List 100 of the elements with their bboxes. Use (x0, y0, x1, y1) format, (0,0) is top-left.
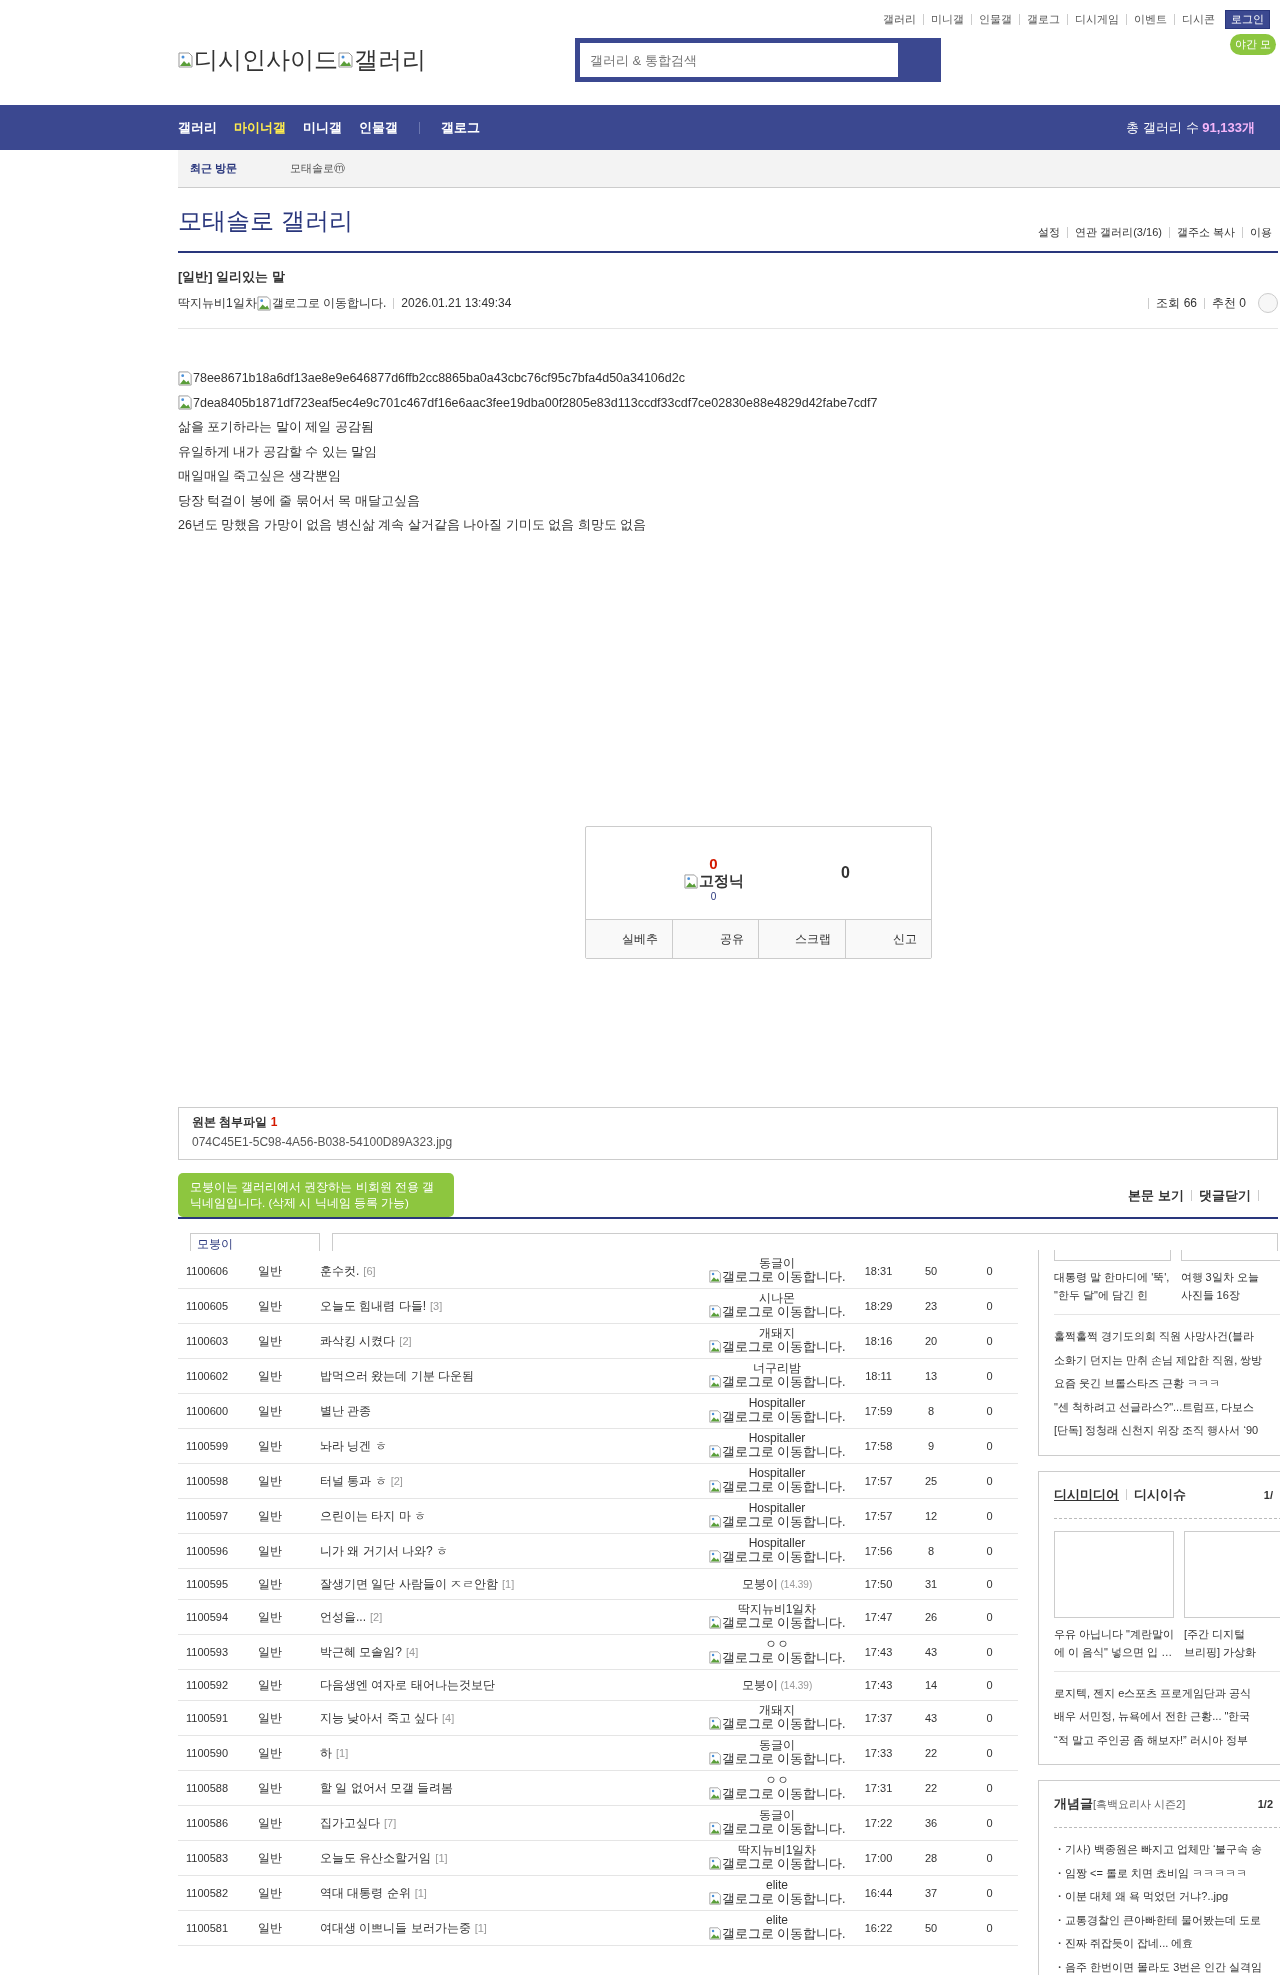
gallery-link[interactable]: 설정 (1038, 225, 1061, 240)
writer-name[interactable]: 모붕이 (741, 1677, 778, 1692)
attachment-link[interactable]: 074C45E1-5C98-4A56-B038-54100D89A323.jpg (192, 1135, 453, 1149)
sidebar-link[interactable]: 로지텍, 젠지 e스포츠 프로게임단과 공식 (1054, 1681, 1280, 1705)
gallog-link[interactable]: 갤로그로 이동합니다. (256, 294, 387, 312)
logo-link[interactable]: 디시인사이드 갤러리 (178, 44, 575, 76)
sidebar-link[interactable]: ・기사) 백종원은 빠지고 업체만 ‘불구속 송 (1054, 1838, 1280, 1862)
vote-action-button[interactable]: 실베추 (586, 920, 673, 958)
writer-name[interactable]: 개돼지 (759, 1702, 795, 1717)
top-link[interactable]: 인물갤 (979, 12, 1012, 27)
post-title-link[interactable]: 역대 대통령 순위 (320, 1886, 411, 1900)
gallog-link[interactable]: 갤로그로 이동합니다. (708, 1751, 846, 1766)
post-title-link[interactable]: 밥먹으러 왔는데 기분 다운됨 (320, 1369, 474, 1383)
gallog-link[interactable]: 갤로그로 이동합니다. (708, 1821, 846, 1836)
writer-name[interactable]: Hospitaller (748, 1500, 806, 1515)
writer-name[interactable]: 딱지뉴비1일차 (737, 1842, 817, 1857)
writer-name[interactable]: 모붕이 (741, 1576, 778, 1591)
gallog-link[interactable]: 갤로그로 이동합니다. (708, 1514, 846, 1529)
gallery-link[interactable]: 연관 갤러리(3/16) (1075, 225, 1162, 240)
post-title-link[interactable]: 여대생 이쁘니들 보러가는중 (320, 1921, 471, 1935)
thumbnail-frame[interactable] (1054, 1530, 1175, 1618)
writer-name[interactable]: 시나몬 (759, 1290, 795, 1305)
writer-name[interactable]: elite (766, 1877, 788, 1892)
writer-name[interactable]: 동글이 (759, 1737, 795, 1752)
thumbnail-frame[interactable] (1054, 1250, 1171, 1261)
comment-field[interactable] (332, 1233, 1278, 1251)
sidebar-link[interactable]: ・진짜 쥐잡듯이 잡네... 에효 (1054, 1932, 1280, 1956)
vote-action-button[interactable]: 신고 (845, 920, 931, 958)
sidebar-link[interactable]: 훌쩍훌쩍 경기도의회 직원 사망사건(블라 (1054, 1325, 1280, 1349)
gallog-link[interactable]: 갤로그로 이동합니다. (708, 1304, 846, 1319)
top-link[interactable]: 디시게임 (1075, 12, 1119, 27)
post-title-link[interactable]: 놔라 닝겐 ㅎ (320, 1439, 387, 1453)
nav-tab[interactable]: 갤러리 (178, 118, 217, 137)
post-title-link[interactable]: 할 일 없어서 모갤 들려봄 (320, 1781, 454, 1795)
gallog-link[interactable]: 갤로그로 이동합니다. (708, 1856, 846, 1871)
nickname-field[interactable]: 모붕이 (190, 1233, 320, 1251)
post-title-link[interactable]: 잘생기면 일단 사람들이 ㅈㄹ안함 (320, 1577, 498, 1591)
gallog-link[interactable]: 갤로그로 이동합니다. (708, 1479, 846, 1494)
post-title-link[interactable]: 지능 낮아서 죽고 싶다 (320, 1711, 438, 1725)
sidebar-link[interactable]: “적 말고 주인공 좀 해보자!” 러시아 정부 (1054, 1728, 1280, 1752)
post-title-link[interactable]: 박근혜 모솔임? (320, 1645, 402, 1659)
gallog-link[interactable]: 갤로그로 이동합니다. (708, 1409, 846, 1424)
post-title-link[interactable]: 다음생엔 여자로 태어나는것보단 (320, 1678, 495, 1692)
search-button[interactable] (903, 38, 941, 82)
search-field[interactable]: 갤러리 & 통합검색 (575, 38, 903, 82)
sidebar-link[interactable]: ・교통경찰인 큰아빠한테 물어봤는데 도로 (1054, 1908, 1280, 1932)
post-title-link[interactable]: 오늘도 힘내렴 다들! (320, 1299, 426, 1313)
gallog-link[interactable]: 갤로그로 이동합니다. (708, 1786, 846, 1801)
writer-name[interactable]: Hospitaller (748, 1430, 806, 1445)
vote-action-button[interactable]: 공유 (672, 920, 759, 958)
sidebar-link[interactable]: 배우 서민정, 뉴욕에서 전한 근황... "한국 (1054, 1705, 1280, 1729)
gallery-link[interactable]: 이용 (1250, 225, 1272, 240)
sidebar-link[interactable]: [단독] 정청래 신천지 위장 조직 행사서 ‘90 (1054, 1419, 1280, 1443)
post-title-link[interactable]: 언성을... (320, 1610, 366, 1624)
post-title-link[interactable]: 오늘도 유산소할거임 (320, 1851, 432, 1865)
sidebar-tab[interactable]: 디시미디어 (1054, 1485, 1119, 1504)
writer-name[interactable]: Hospitaller (748, 1535, 806, 1550)
post-title-link[interactable]: 별난 관종 (320, 1404, 372, 1418)
post-title-link[interactable]: 집가고싶다 (320, 1816, 380, 1830)
gallog-link[interactable]: 갤로그로 이동합니다. (708, 1339, 846, 1354)
recent-gallery-link[interactable]: 모태솔로ⓜ (290, 161, 345, 176)
writer-name[interactable]: 너구리밤 (753, 1360, 801, 1375)
writer-name[interactable]: 딱지뉴비1일차 (737, 1601, 817, 1616)
comment-link[interactable]: 댓글닫기 (1199, 1186, 1251, 1205)
comment-link[interactable]: 본문 보기 (1128, 1186, 1184, 1205)
vote-action-button[interactable]: 스크랩 (759, 920, 846, 958)
login-button[interactable]: 로그인 (1225, 10, 1270, 29)
sidebar-title[interactable]: 개념글 (1054, 1795, 1093, 1813)
thumbnail-caption[interactable]: 우유 아닙니다 "계란말이 에 이 음식" 넣으면 입 … (1054, 1617, 1175, 1671)
thumbnail-caption[interactable]: [주간 디지털 브리핑] 가상화 (1184, 1617, 1280, 1671)
gallog-link[interactable]: 갤로그로 이동합니다. (708, 1269, 846, 1284)
writer-name[interactable]: Hospitaller (748, 1395, 806, 1410)
post-title-link[interactable]: 터널 통과 ㅎ (320, 1474, 387, 1488)
post-title-link[interactable]: 하 (320, 1746, 332, 1760)
comment-jump-button[interactable] (1258, 293, 1278, 313)
gallog-link[interactable]: 갤로그로 이동합니다. (708, 1374, 846, 1389)
gallog-link[interactable]: 갤로그로 이동합니다. (708, 1891, 846, 1906)
top-link[interactable]: 디시콘 (1182, 12, 1215, 27)
writer-name[interactable]: ㅇㅇ (765, 1636, 789, 1651)
thumbnail-caption[interactable]: 대통령 말 한마디에 '뚝', "한두 달"에 담긴 힌 (1054, 1261, 1171, 1314)
post-title-link[interactable]: 니가 왜 거기서 나와? ㅎ (320, 1544, 448, 1558)
nav-tab[interactable]: 갤로그 (441, 118, 480, 137)
post-title-link[interactable]: 으린이는 타지 마 ㅎ (320, 1509, 426, 1523)
gallog-link[interactable]: 갤로그로 이동합니다. (708, 1650, 846, 1665)
top-link[interactable]: 갤로그 (1027, 12, 1060, 27)
thumbnail-caption[interactable]: 여행 3일차 오늘 사진들 16장 (1180, 1261, 1280, 1314)
gallog-link[interactable]: 갤로그로 이동합니다. (708, 1615, 846, 1630)
gallog-link[interactable]: 갤로그로 이동합니다. (708, 1926, 846, 1941)
nav-tab[interactable]: 인물갤 (359, 118, 398, 137)
thumbnail-frame[interactable] (1184, 1530, 1280, 1618)
writer-name[interactable]: Hospitaller (748, 1465, 806, 1480)
thumbnail-frame[interactable] (1180, 1250, 1280, 1261)
nav-tab[interactable]: 마이너갤 (234, 118, 286, 137)
writer-name[interactable]: 동글이 (759, 1807, 795, 1822)
sidebar-link[interactable]: ・이분 대체 왜 욕 먹었던 거냐?..jpg (1054, 1885, 1280, 1909)
sidebar-link[interactable]: ・임짱 <= 롤로 치면 쵸비임 ㅋㅋㅋㅋㅋ (1054, 1861, 1280, 1885)
top-link[interactable]: 미니갤 (931, 12, 964, 27)
gallog-link[interactable]: 갤로그로 이동합니다. (708, 1716, 846, 1731)
post-title-link[interactable]: 훈수컷. (320, 1264, 360, 1278)
author-name[interactable]: 딱지뉴비1일차 (178, 294, 257, 312)
